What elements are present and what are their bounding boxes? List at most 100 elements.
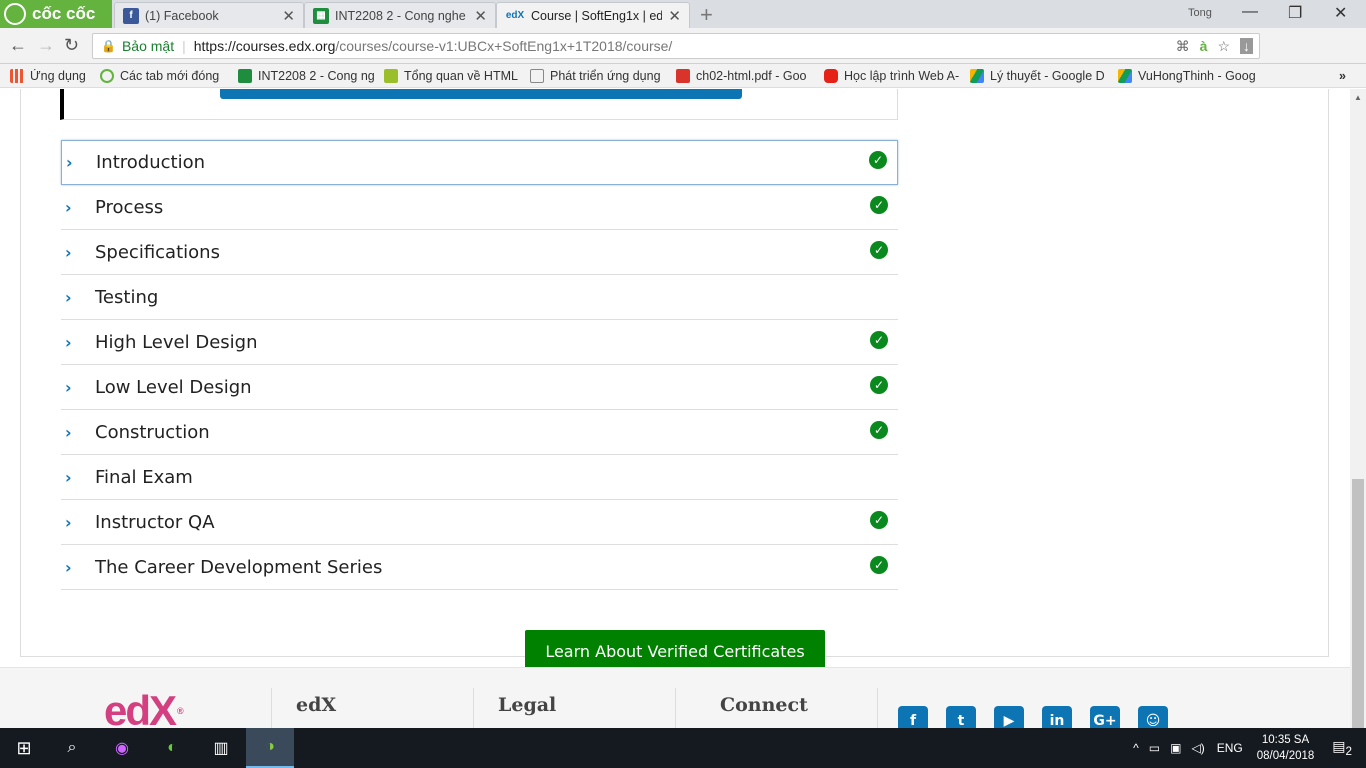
scroll-up-icon[interactable]: ▲ [1354, 93, 1362, 102]
lock-icon: 🔒 [101, 39, 116, 53]
linkedin-icon[interactable]: in [1042, 706, 1072, 728]
close-window-button[interactable]: ✕ [1334, 3, 1347, 23]
windows-start-icon[interactable]: ⊞ [0, 728, 48, 768]
tab-title: INT2208 2 - Cong nghe ph [335, 8, 469, 23]
url-text[interactable]: https://courses.edx.org/courses/course-v… [194, 38, 673, 54]
address-toolbar: ← → ↻ 🔒 Bảo mật | https://courses.edx.or… [0, 28, 1366, 78]
translate-icon[interactable]: ⌘ [1176, 38, 1190, 55]
chevron-up-icon[interactable]: ^ [1133, 741, 1139, 755]
section-low-level-design[interactable]: › Low Level Design ✓ [61, 365, 898, 410]
coccoc-taskbar-icon[interactable]: ◐ [148, 728, 196, 768]
footer-column-connect: Connect [675, 688, 877, 728]
chevron-right-icon: › [65, 422, 72, 442]
resume-course-button[interactable] [220, 89, 742, 99]
section-introduction[interactable]: › Introduction ✓ [61, 140, 898, 185]
bookmark-label: Học lập trình Web A- [844, 68, 960, 83]
clock-date: 08/04/2018 [1256, 750, 1315, 762]
search-icon[interactable]: ⌕ [48, 728, 96, 768]
section-specifications[interactable]: › Specifications ✓ [61, 230, 898, 275]
address-bar[interactable]: 🔒 Bảo mật | https://courses.edx.org/cour… [92, 33, 1260, 59]
tab-int2208[interactable]: ▦ INT2208 2 - Cong nghe ph ✕ [304, 2, 496, 28]
chevron-right-icon: › [65, 512, 72, 532]
coccoc-logo-icon [4, 3, 26, 25]
facebook-icon[interactable]: f [898, 706, 928, 728]
twitter-icon[interactable]: t [946, 706, 976, 728]
check-circle-icon: ✓ [869, 151, 887, 169]
bookmark-star-icon[interactable]: ☆ [1217, 38, 1230, 55]
piano-app-icon[interactable]: ▥ [198, 728, 244, 768]
close-icon[interactable]: ✕ [474, 7, 487, 25]
bookmark-label: ch02-html.pdf - Goo [696, 68, 807, 83]
section-instructor-qa[interactable]: › Instructor QA ✓ [61, 500, 898, 545]
clock-time: 10:35 SA [1261, 734, 1310, 746]
chevron-right-icon: › [66, 153, 73, 172]
tab-facebook[interactable]: f (1) Facebook ✕ [114, 2, 304, 28]
section-title: Process [95, 196, 164, 218]
pdf-icon [676, 68, 690, 83]
section-title: Final Exam [95, 466, 193, 488]
check-circle-icon: ✓ [870, 330, 888, 349]
reddit-icon[interactable]: ☺ [1138, 706, 1168, 728]
bookmark-int2208[interactable]: INT2208 2 - Cong ng [238, 68, 374, 83]
chevron-right-icon: › [65, 557, 72, 577]
bookmark-recent-tabs[interactable]: Các tab mới đóng [100, 68, 228, 83]
meet-now-icon[interactable]: ▣ [1170, 741, 1181, 755]
bookmark-label: Lý thuyết - Google D [990, 68, 1105, 83]
bookmark-app-dev[interactable]: Phát triển ứng dụng [530, 68, 666, 83]
bookmark-apps[interactable]: Ứng dụng [10, 68, 90, 83]
section-construction[interactable]: › Construction ✓ [61, 410, 898, 455]
profile-name[interactable]: Tong [1188, 7, 1212, 19]
youtube-icon [824, 68, 838, 83]
bookmark-html-overview[interactable]: Tổng quan về HTML [384, 68, 520, 83]
section-title: Introduction [96, 152, 206, 173]
url-host: https://courses.edx.org [193, 38, 336, 54]
drive-icon [1118, 68, 1132, 83]
section-testing[interactable]: › Testing [61, 275, 898, 320]
chevron-right-icon: › [65, 242, 72, 262]
new-tab-button[interactable]: + [700, 2, 713, 28]
back-button[interactable]: ← [9, 35, 27, 56]
edx-logo[interactable]: edX ® [104, 690, 184, 729]
close-icon[interactable]: ✕ [668, 7, 681, 25]
network-icon[interactable]: ▭ [1149, 741, 1160, 755]
download-icon[interactable]: ↓ [1240, 38, 1253, 54]
reload-button[interactable]: ↻ [64, 35, 79, 56]
bookmark-web-youtube[interactable]: Học lập trình Web A- [824, 68, 960, 83]
tab-edx-course[interactable]: edX Course | SoftEng1x | edX ✕ [496, 2, 690, 28]
section-title: Instructor QA [95, 511, 215, 533]
coccoc-active-taskbar-icon[interactable]: ◑ [246, 728, 294, 768]
more-bookmarks-icon[interactable]: » [1339, 69, 1346, 83]
section-final-exam[interactable]: › Final Exam [61, 455, 898, 500]
coccoc-brand[interactable]: cốc cốc [0, 0, 112, 28]
clock[interactable]: 10:35 SA 08/04/2018 [1257, 732, 1315, 764]
notification-icon[interactable]: ▤2 [1332, 738, 1352, 758]
divider: | [182, 38, 186, 54]
brand-label: cốc cốc [32, 4, 96, 23]
coccoc-dict-icon[interactable]: à [1200, 38, 1208, 54]
restore-button[interactable]: ❐ [1288, 3, 1302, 23]
bookmark-label: Phát triển ứng dụng [550, 68, 661, 83]
youtube-icon[interactable]: ▶ [994, 706, 1024, 728]
google-plus-icon[interactable]: G+ [1090, 706, 1120, 728]
tab-title: Course | SoftEng1x | edX [531, 8, 663, 23]
camera-app-icon[interactable]: ◉ [98, 728, 146, 768]
notification-count: 2 [1345, 744, 1352, 758]
bookmark-vuhongthinh[interactable]: VuHongThinh - Goog [1118, 68, 1256, 83]
section-high-level-design[interactable]: › High Level Design ✓ [61, 320, 898, 365]
bookmark-ly-thuyet[interactable]: Lý thuyết - Google D [970, 68, 1108, 83]
volume-icon[interactable]: ◁) [1191, 741, 1204, 755]
social-links: f t ▶ in G+ ☺ [898, 706, 1168, 728]
language-indicator[interactable]: ENG [1217, 741, 1243, 755]
forward-button[interactable]: → [37, 35, 55, 56]
verified-certificates-button[interactable]: Learn About Verified Certificates [525, 630, 825, 672]
section-career-development[interactable]: › The Career Development Series ✓ [61, 545, 898, 590]
close-icon[interactable]: ✕ [282, 7, 295, 25]
scrollbar-thumb[interactable] [1352, 479, 1364, 734]
bookmark-ch02-pdf[interactable]: ch02-html.pdf - Goo [676, 68, 814, 83]
section-process[interactable]: › Process ✓ [61, 185, 898, 230]
check-circle-icon: ✓ [870, 420, 888, 439]
facebook-icon: f [123, 7, 139, 24]
section-title: Construction [95, 421, 210, 443]
vertical-scrollbar[interactable]: ▲ [1350, 89, 1366, 734]
minimize-button[interactable]: — [1242, 3, 1258, 21]
